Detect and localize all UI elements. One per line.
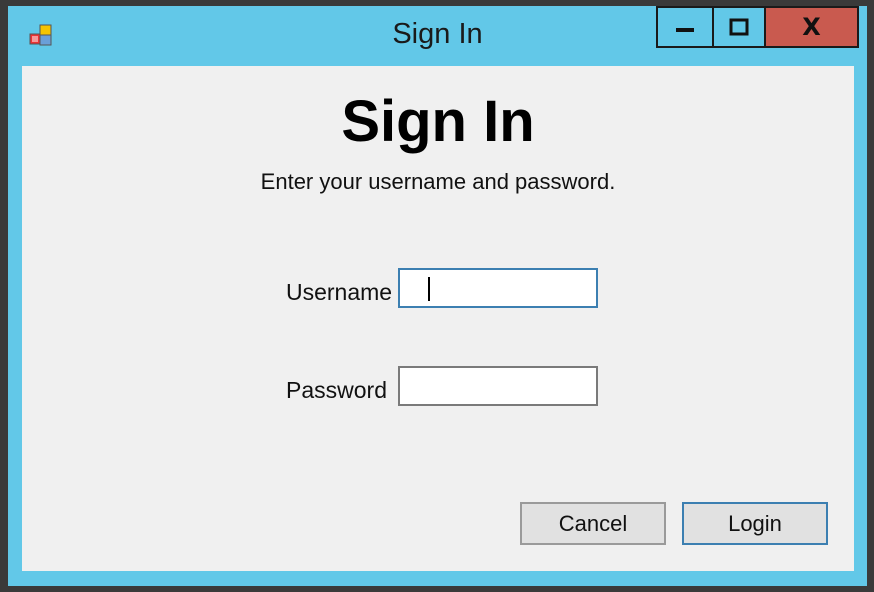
maximize-button[interactable] xyxy=(712,6,766,48)
username-label: Username xyxy=(286,279,393,305)
close-button[interactable]: X xyxy=(764,6,859,48)
password-input[interactable] xyxy=(398,366,598,406)
instructions-text: Enter your username and password. xyxy=(260,169,616,194)
minimize-icon xyxy=(676,28,694,32)
maximize-icon xyxy=(729,18,749,36)
window-frame: Sign In X Sign In Enter your username an… xyxy=(8,6,867,586)
password-label: Password xyxy=(286,377,387,403)
cancel-button[interactable]: Cancel xyxy=(520,502,666,545)
dialog-client-area: Sign In Enter your username and password… xyxy=(22,66,854,571)
close-icon: X xyxy=(802,13,821,41)
minimize-button[interactable] xyxy=(656,6,714,48)
login-button[interactable]: Login xyxy=(682,502,828,545)
title-bar[interactable]: Sign In X xyxy=(8,6,867,66)
page-title: Sign In xyxy=(341,89,535,154)
text-caret xyxy=(428,277,430,301)
sign-in-window: Sign In X Sign In Enter your username an… xyxy=(0,0,874,592)
app-icon xyxy=(29,24,52,46)
